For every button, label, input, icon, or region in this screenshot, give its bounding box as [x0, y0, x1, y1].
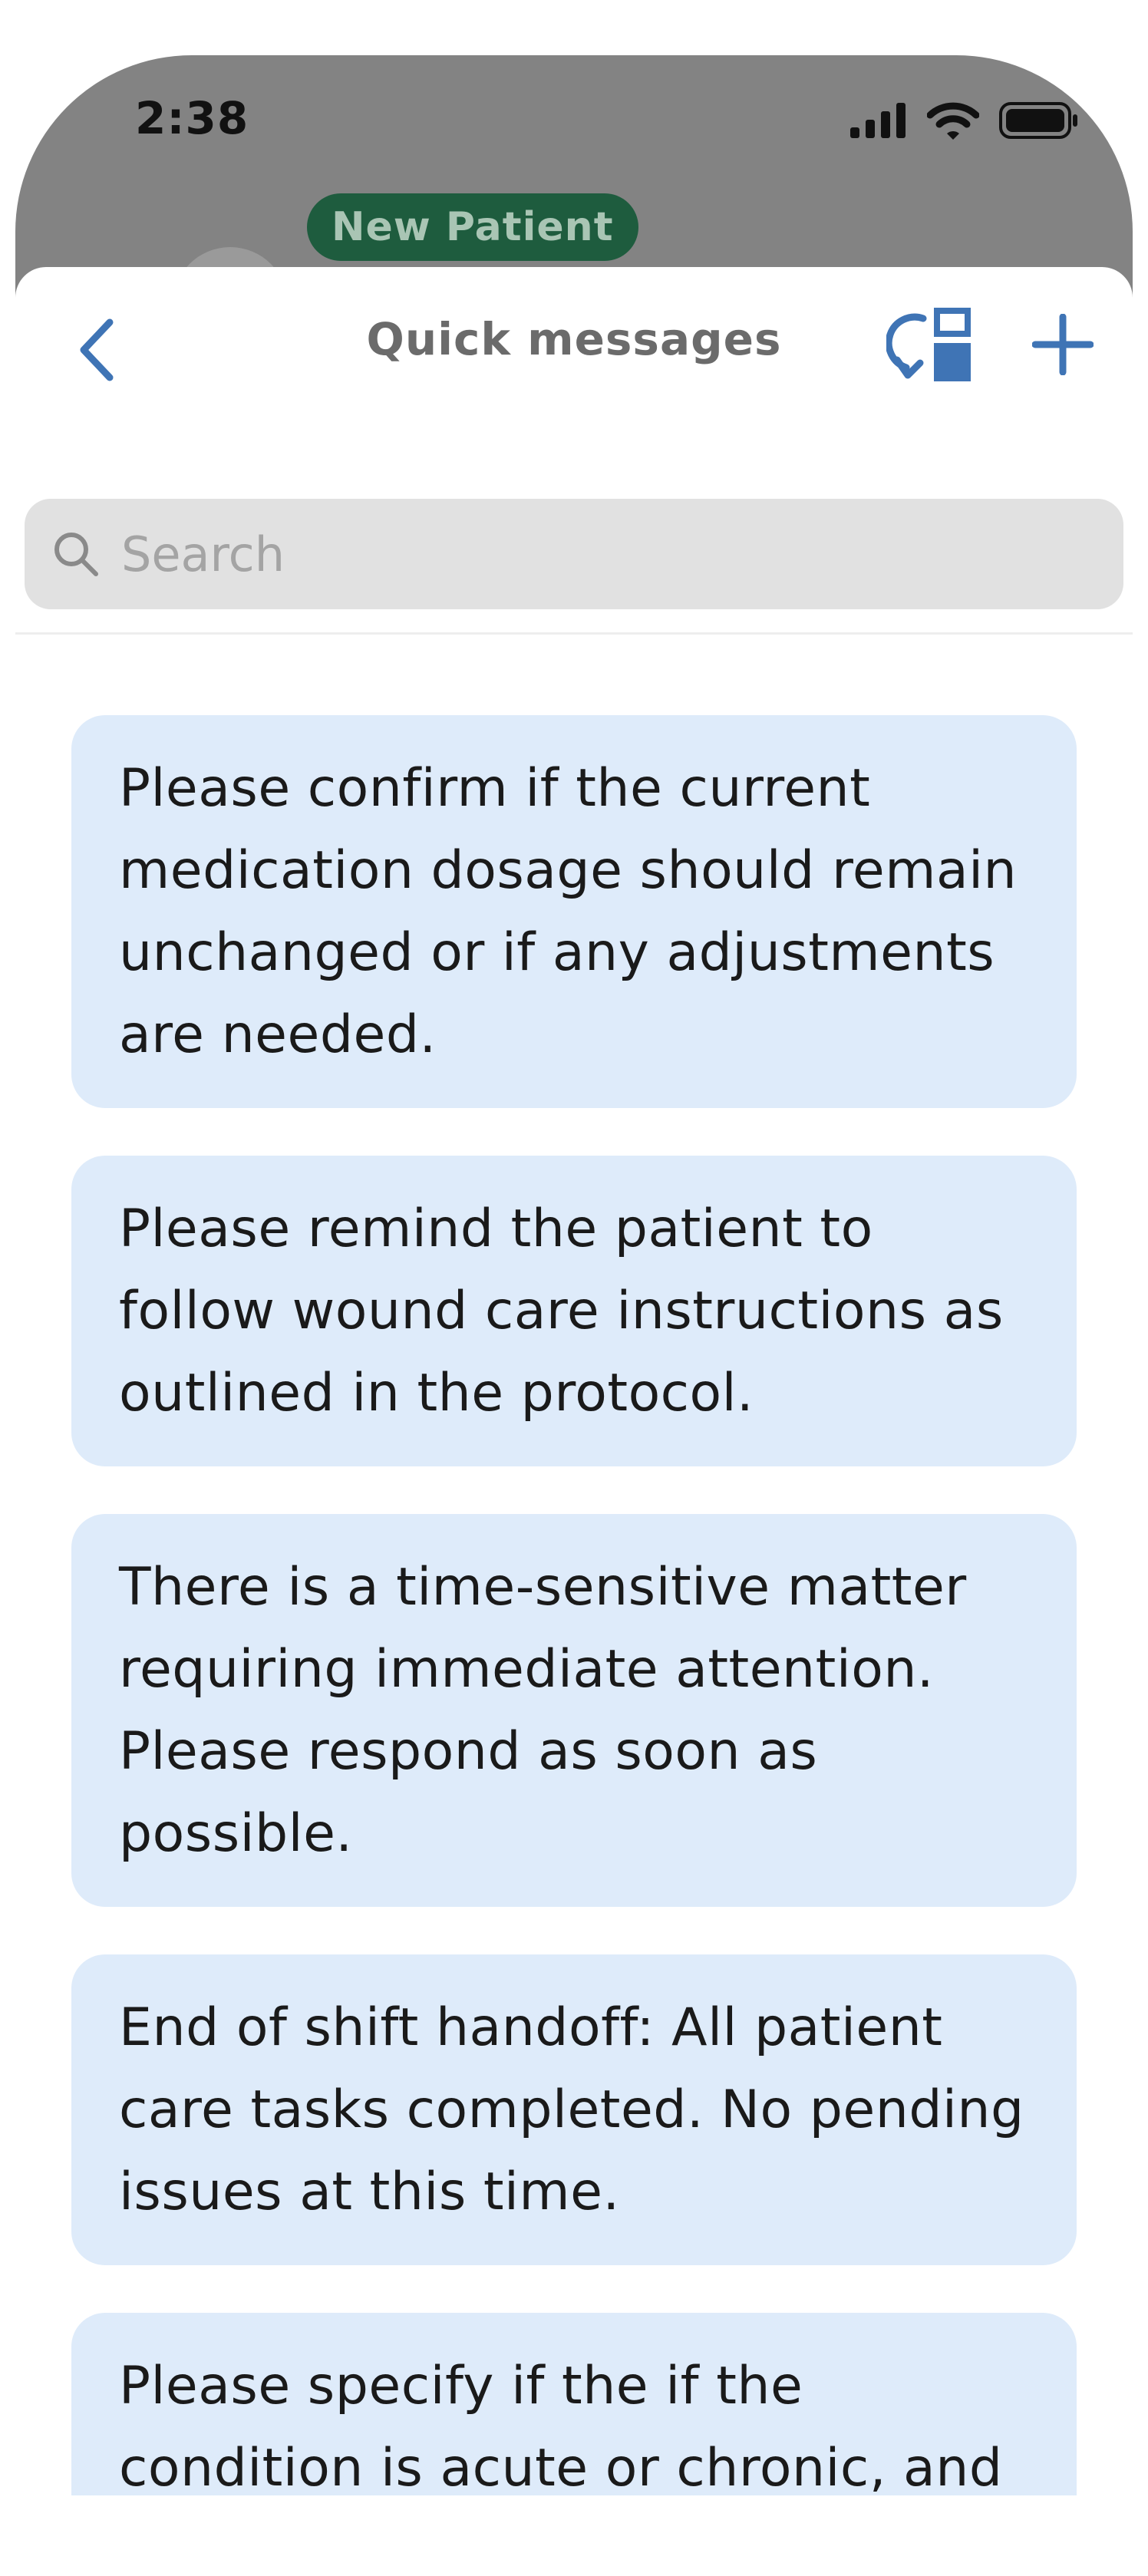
message-text: There is a time-sensitive matter requiri…: [119, 1557, 967, 1864]
message-card[interactable]: Please confirm if the current medication…: [71, 715, 1077, 1108]
message-text: Please remind the patient to follow woun…: [119, 1199, 1004, 1423]
plus-icon: [1031, 313, 1094, 378]
messages-list[interactable]: Please confirm if the current medication…: [71, 715, 1077, 2495]
search-bar: [25, 499, 1123, 609]
cellular-signal-icon: [850, 103, 907, 141]
quick-messages-sheet: Quick messages Search Please confirm if …: [15, 267, 1133, 2576]
divider: [15, 632, 1133, 635]
wifi-icon: [926, 101, 980, 143]
status-icons: [850, 101, 1079, 143]
search-icon: [49, 527, 103, 581]
message-text: Please confirm if the current medication…: [119, 758, 1018, 1065]
new-patient-badge: New Patient: [307, 193, 638, 261]
message-card[interactable]: Please specify if the if the condition i…: [71, 2313, 1077, 2495]
battery-icon: [999, 101, 1079, 143]
status-time: 2:38: [135, 92, 249, 144]
reorder-button[interactable]: [882, 302, 982, 394]
reorder-icon: [885, 308, 978, 388]
message-card[interactable]: End of shift handoff: All patient care t…: [71, 1954, 1077, 2265]
message-text: Please specify if the if the condition i…: [119, 2356, 1003, 2495]
nav-bar: Quick messages: [15, 267, 1133, 428]
message-text: End of shift handoff: All patient care t…: [119, 1997, 1024, 2222]
message-card[interactable]: There is a time-sensitive matter requiri…: [71, 1514, 1077, 1907]
search-input[interactable]: [120, 525, 1044, 583]
list-bottom-area: [15, 2495, 1133, 2576]
phone-frame: 2:38 New Patient Quick messages Search P…: [15, 55, 1133, 2576]
message-card[interactable]: Please remind the patient to follow woun…: [71, 1156, 1077, 1466]
add-message-button[interactable]: [1021, 304, 1105, 388]
